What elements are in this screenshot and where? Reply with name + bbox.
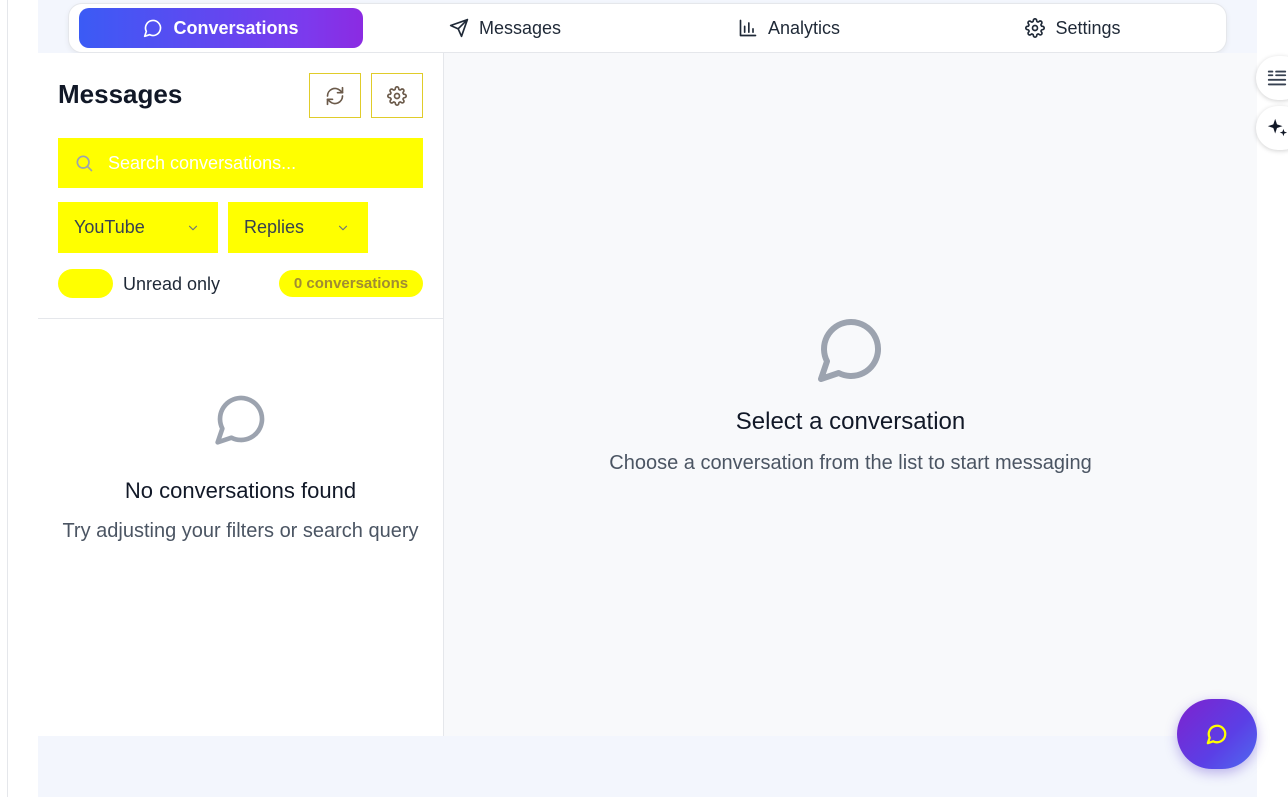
panel-settings-button[interactable] bbox=[371, 73, 423, 118]
search-input[interactable] bbox=[108, 152, 408, 174]
tab-conversations[interactable]: Conversations bbox=[79, 8, 363, 48]
empty-list-subtitle: Try adjusting your filters or search que… bbox=[62, 520, 419, 542]
message-circle-icon bbox=[214, 395, 264, 445]
bar-chart-icon bbox=[739, 19, 757, 37]
search-box bbox=[58, 138, 423, 188]
message-circle-icon bbox=[817, 318, 881, 382]
unread-only-label: Unread only bbox=[123, 274, 221, 294]
send-icon bbox=[449, 18, 469, 38]
tab-messages[interactable]: Messages bbox=[363, 8, 647, 48]
type-filter-value: Replies bbox=[244, 217, 305, 237]
page-title: Messages bbox=[58, 79, 183, 109]
tab-label: Messages bbox=[478, 17, 562, 38]
ai-assist-button[interactable] bbox=[1256, 106, 1288, 150]
unread-only-toggle[interactable] bbox=[58, 269, 113, 298]
message-circle-icon bbox=[1206, 724, 1227, 745]
quote-list-icon bbox=[1267, 70, 1287, 86]
tab-label: Analytics bbox=[767, 17, 841, 38]
empty-state-conversation: Select a conversation Choose a conversat… bbox=[444, 313, 1257, 475]
empty-list-title: No conversations found bbox=[124, 478, 357, 503]
message-circle-icon bbox=[144, 19, 162, 38]
platform-filter-value: YouTube bbox=[74, 217, 145, 237]
tab-analytics[interactable]: Analytics bbox=[647, 8, 931, 48]
empty-state-list: No conversations found Try adjusting you… bbox=[38, 391, 443, 543]
conversations-sidebar: Messages YouTube Replies Unread only 0 c… bbox=[38, 53, 444, 736]
sparkles-icon bbox=[1267, 118, 1288, 137]
left-gutter-divider bbox=[7, 0, 8, 797]
refresh-icon bbox=[326, 86, 344, 105]
chat-fab-button[interactable] bbox=[1177, 699, 1257, 769]
tab-settings[interactable]: Settings bbox=[931, 8, 1215, 48]
conversation-view: Select a conversation Choose a conversat… bbox=[444, 53, 1257, 736]
top-tab-bar: Conversations Messages Analytics Setting… bbox=[68, 3, 1227, 53]
gear-icon bbox=[1025, 18, 1046, 38]
quote-helper-button[interactable] bbox=[1256, 56, 1288, 100]
type-filter-select[interactable]: Replies bbox=[228, 202, 368, 253]
refresh-button[interactable] bbox=[309, 73, 361, 118]
chevron-down-icon bbox=[188, 225, 198, 230]
empty-conversation-title: Select a conversation bbox=[735, 408, 966, 435]
search-icon bbox=[76, 155, 93, 172]
tab-label: Conversations bbox=[173, 17, 299, 38]
conversation-count-badge: 0 conversations bbox=[279, 270, 423, 297]
empty-conversation-subtitle: Choose a conversation from the list to s… bbox=[609, 452, 1092, 474]
chevron-down-icon bbox=[338, 225, 348, 230]
tab-label: Settings bbox=[1055, 17, 1121, 38]
panel-divider bbox=[38, 318, 443, 319]
platform-filter-select[interactable]: YouTube bbox=[58, 202, 218, 253]
gear-icon bbox=[387, 85, 407, 106]
